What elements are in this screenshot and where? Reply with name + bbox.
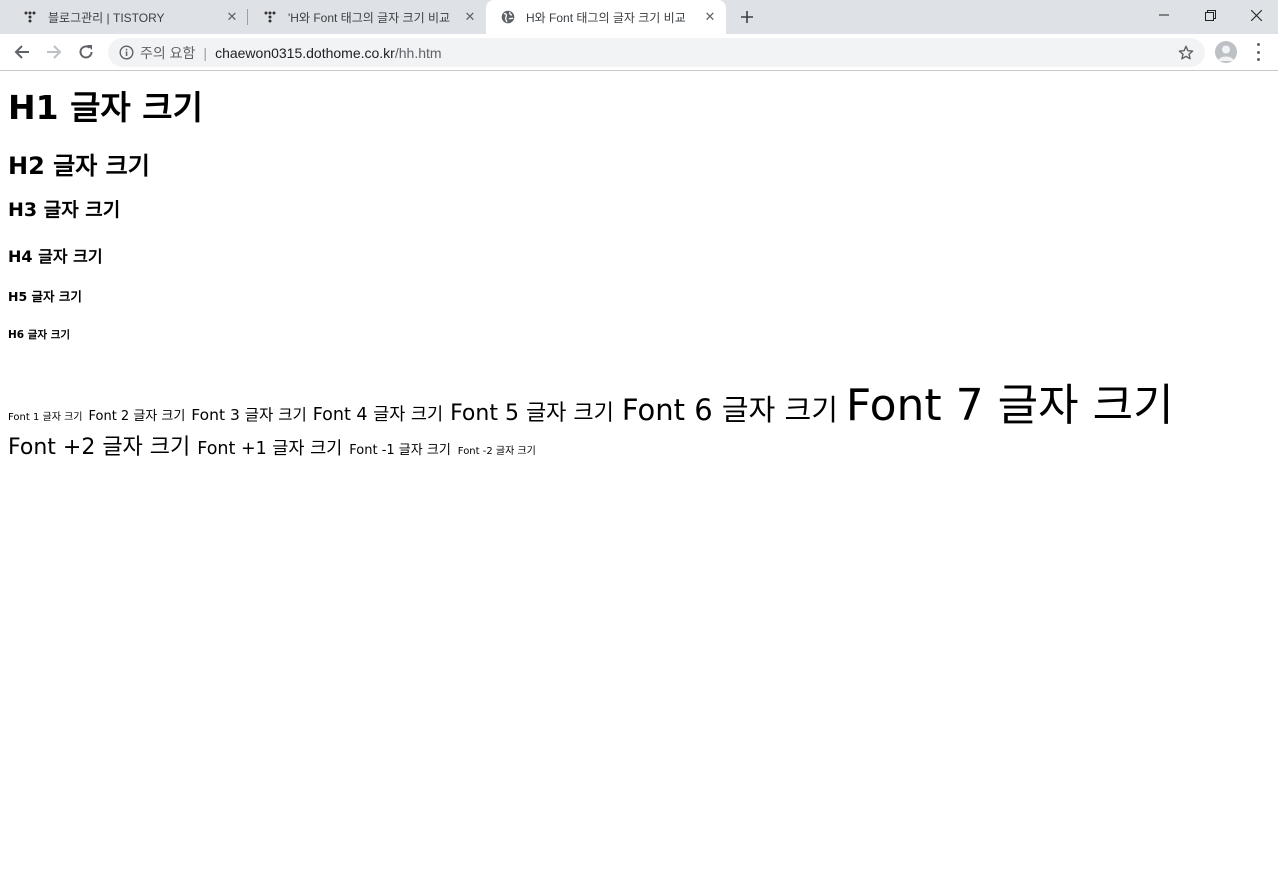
- font-size-line-absolute: Font 1 글자 크기 Font 2 글자 크기 Font 3 글자 크기 F…: [8, 369, 1174, 431]
- tab-title: 블로그관리 | TISTORY: [48, 10, 165, 25]
- heading-h4: H4 글자 크기: [8, 247, 103, 266]
- forward-arrow-icon: [47, 45, 62, 59]
- close-tab-icon[interactable]: ✕: [224, 9, 240, 25]
- font-size-minus1-text: Font -1 글자 크기: [349, 443, 451, 458]
- minimize-button[interactable]: [1141, 0, 1187, 30]
- font-size-4-text: Font 4 글자 크기: [312, 405, 444, 425]
- back-button[interactable]: [9, 39, 35, 65]
- globe-icon: [500, 9, 516, 25]
- tab-tistory-admin[interactable]: 블로그관리 | TISTORY ✕: [8, 0, 248, 34]
- font-size-minus2-text: Font -2 글자 크기: [457, 446, 536, 457]
- font-size-1-text: Font 1 글자 크기: [8, 412, 83, 423]
- font-size-plus1-text: Font +1 글자 크기: [197, 439, 343, 459]
- font-size-3-text: Font 3 글자 크기: [191, 406, 307, 424]
- font-size-5-text: Font 5 글자 크기: [450, 401, 614, 426]
- browser-toolbar: 주의 요함 | chaewon0315.dothome.co.kr/hh.htm: [0, 34, 1278, 71]
- url-path: /hh.htm: [394, 44, 442, 61]
- close-tab-icon[interactable]: ✕: [702, 9, 718, 25]
- tistory-icon: [262, 9, 278, 25]
- reload-icon: [79, 45, 93, 59]
- url-host: chaewon0315.dothome.co.kr: [215, 44, 395, 61]
- tab-active-page[interactable]: H와 Font 태그의 글자 크기 비교 ✕: [486, 0, 726, 34]
- reload-button[interactable]: [73, 39, 99, 65]
- close-tab-icon[interactable]: ✕: [462, 9, 478, 25]
- tistory-icon: [22, 9, 38, 25]
- font-size-6-text: Font 6 글자 크기: [621, 393, 838, 427]
- back-arrow-icon: [14, 45, 29, 59]
- close-window-button[interactable]: [1233, 0, 1278, 30]
- heading-h2: H2 글자 크기: [8, 152, 150, 180]
- font-size-plus2-text: Font +2 글자 크기: [8, 435, 191, 460]
- tab-strip: 블로그관리 | TISTORY ✕ 'H와 Font 태그의 글자 크기 비교 …: [0, 0, 1278, 34]
- font-size-line-relative: Font +2 글자 크기 Font +1 글자 크기 Font -1 글자 크…: [8, 429, 536, 461]
- tab-tistory-post[interactable]: 'H와 Font 태그의 글자 크기 비교 ✕: [248, 0, 486, 34]
- heading-h6: H6 글자 크기: [8, 329, 71, 341]
- restore-button[interactable]: [1187, 0, 1233, 30]
- heading-h3: H3 글자 크기: [8, 199, 121, 221]
- profile-avatar-icon[interactable]: [1215, 41, 1237, 63]
- menu-kebab-icon[interactable]: [1250, 43, 1266, 61]
- tab-title: H와 Font 태그의 글자 크기 비교: [526, 10, 686, 25]
- address-bar[interactable]: 주의 요함 | chaewon0315.dothome.co.kr/hh.htm: [108, 38, 1205, 67]
- forward-button[interactable]: [41, 39, 67, 65]
- new-tab-button[interactable]: [736, 6, 758, 28]
- tab-title: 'H와 Font 태그의 글자 크기 비교: [288, 10, 451, 25]
- font-size-7-text: Font 7 글자 크기: [845, 380, 1174, 431]
- heading-h5: H5 글자 크기: [8, 289, 82, 304]
- url-divider: |: [203, 44, 208, 61]
- heading-h1: H1 글자 크기: [8, 88, 203, 127]
- security-warning[interactable]: 주의 요함: [140, 43, 195, 63]
- font-size-2-text: Font 2 글자 크기: [88, 409, 186, 424]
- info-icon[interactable]: [118, 45, 134, 61]
- bookmark-star-icon[interactable]: [1177, 44, 1195, 62]
